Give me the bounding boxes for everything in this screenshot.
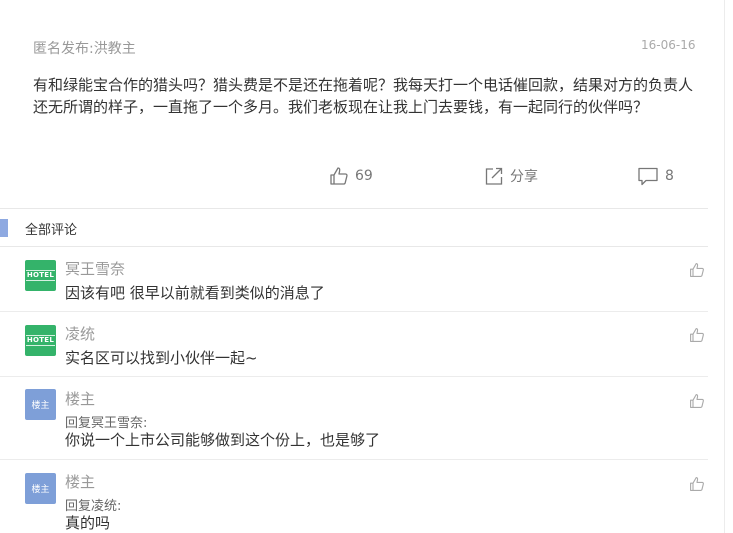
share-icon	[485, 167, 503, 185]
like-button[interactable]: 69	[329, 166, 373, 186]
comment-icon	[638, 167, 658, 186]
comment-item: HOTEL 凌统 实名区可以找到小伙伴一起~	[0, 312, 708, 376]
avatar[interactable]: HOTEL	[25, 260, 56, 291]
comment-button[interactable]: 8	[637, 166, 674, 186]
avatar-text: 楼主	[31, 401, 50, 411]
comment-item: 楼主 楼主 回复凌统: 真的吗	[0, 460, 708, 533]
thumbs-up-icon[interactable]	[689, 327, 705, 343]
comment-count: 8	[665, 168, 674, 184]
avatar-text: HOTEL	[25, 335, 56, 346]
comment-text: 实名区可以找到小伙伴一起~	[65, 349, 258, 367]
post-body: 有和绿能宝合作的猎头吗？猎头费是不是还在拖着呢？我每天打一个电话催回款，结果对方…	[33, 76, 694, 116]
commenter-name[interactable]: 冥王雪奈	[65, 258, 125, 279]
comment-text: 你说一个上市公司能够做到这个份上，也是够了	[65, 431, 381, 449]
comment-item: 楼主 楼主 回复冥王雪奈: 你说一个上市公司能够做到这个份上，也是够了	[0, 377, 708, 459]
comments-section-title: 全部评论	[25, 223, 78, 238]
share-label: 分享	[510, 169, 538, 185]
comment-text: 因该有吧 很早以前就看到类似的消息了	[65, 284, 325, 302]
avatar-text: HOTEL	[25, 270, 56, 281]
thumbs-up-icon[interactable]	[689, 476, 705, 492]
like-count: 69	[355, 168, 373, 184]
share-button[interactable]: 分享	[484, 166, 538, 186]
commenter-name[interactable]: 楼主	[65, 471, 95, 492]
thumbs-up-icon	[330, 167, 348, 185]
commenter-name[interactable]: 凌统	[65, 323, 95, 344]
post-actions: 69 分享 8	[0, 162, 733, 198]
avatar[interactable]: 楼主	[25, 473, 56, 504]
divider	[0, 208, 708, 209]
thumbs-up-icon[interactable]	[689, 393, 705, 409]
avatar-text: 楼主	[31, 485, 50, 495]
comment-item: HOTEL 冥王雪奈 因该有吧 很早以前就看到类似的消息了	[0, 247, 708, 311]
post-date: 16-06-16	[641, 38, 696, 52]
commenter-name[interactable]: 楼主	[65, 388, 95, 409]
avatar[interactable]: 楼主	[25, 389, 56, 420]
post-author: 匿名发布:洪教主	[33, 41, 136, 57]
comment-text: 真的吗	[65, 514, 111, 532]
thumbs-up-icon[interactable]	[689, 262, 705, 278]
avatar[interactable]: HOTEL	[25, 325, 56, 356]
right-divider	[724, 0, 725, 533]
section-accent	[0, 219, 8, 237]
